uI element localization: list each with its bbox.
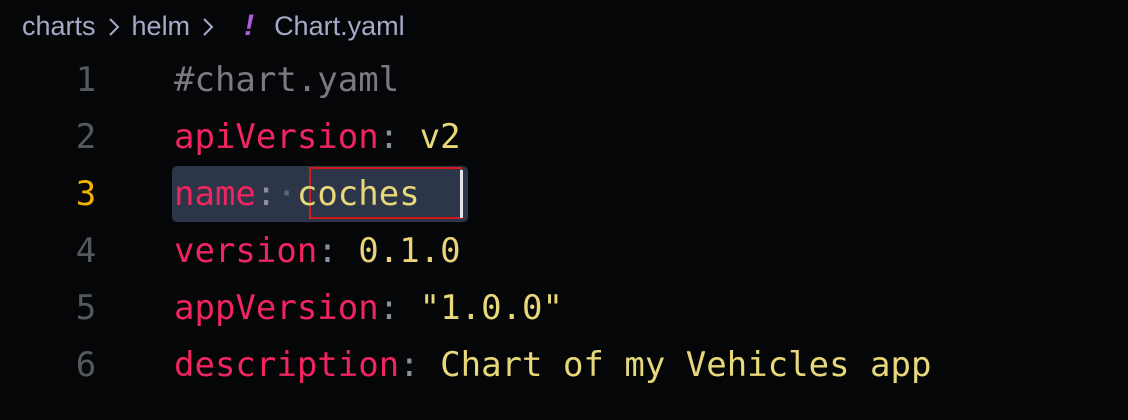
text-cursor (460, 170, 463, 218)
line-number: 5 (75, 288, 97, 328)
code-line[interactable]: 4 version: 0.1.0 (0, 223, 1128, 279)
yaml-key: description (174, 345, 400, 385)
breadcrumb-item-helm[interactable]: helm (132, 11, 191, 42)
line-content: version: 0.1.0 (174, 231, 461, 271)
line-number: 1 (75, 60, 97, 100)
line-content: apiVersion: v2 (174, 117, 461, 157)
code-line[interactable]: 6 description: Chart of my Vehicles app (0, 337, 1128, 393)
breadcrumb-item-charts[interactable]: charts (22, 11, 96, 42)
yaml-value: v2 (419, 117, 461, 157)
yaml-key: name (174, 174, 256, 214)
comment-text: #chart.yaml (174, 60, 400, 100)
yaml-colon: : (399, 345, 420, 385)
chevron-right-icon (106, 6, 122, 46)
yaml-key: version (174, 231, 318, 271)
code-line-active[interactable]: 3 name: · coches (0, 166, 1128, 222)
code-line[interactable]: 2 apiVersion: v2 (0, 109, 1128, 165)
whitespace-marker: · (276, 174, 297, 214)
line-content: #chart.yaml (174, 60, 399, 100)
yaml-key: apiVersion (174, 117, 379, 157)
line-number: 6 (75, 345, 97, 385)
line-content: name: · coches (174, 174, 420, 214)
code-line[interactable]: 5 appVersion: "1.0.0" (0, 280, 1128, 336)
yaml-value: "1.0.0" (419, 288, 563, 328)
line-number: 4 (75, 231, 97, 271)
yaml-value: coches (296, 174, 420, 214)
line-number: 3 (75, 174, 97, 214)
yaml-value: 0.1.0 (358, 231, 461, 271)
line-content: description: Chart of my Vehicles app (174, 345, 931, 385)
yaml-key: appVersion (174, 288, 379, 328)
code-line[interactable]: 1 #chart.yaml (0, 52, 1128, 108)
line-content: appVersion: "1.0.0" (174, 288, 563, 328)
breadcrumb: charts helm ! Chart.yaml (22, 6, 405, 46)
yaml-colon: : (378, 117, 400, 157)
yaml-colon: : (317, 231, 338, 271)
yaml-value: Chart of my Vehicles app (440, 345, 932, 385)
chevron-right-icon (200, 6, 216, 46)
breadcrumb-item-file[interactable]: Chart.yaml (274, 11, 405, 42)
line-number: 2 (75, 117, 97, 157)
yaml-file-icon: ! (244, 9, 255, 42)
code-editor[interactable]: charts helm ! Chart.yaml 1 #chart.yaml 2… (0, 0, 1128, 420)
yaml-colon: : (255, 174, 277, 214)
yaml-colon: : (378, 288, 400, 328)
